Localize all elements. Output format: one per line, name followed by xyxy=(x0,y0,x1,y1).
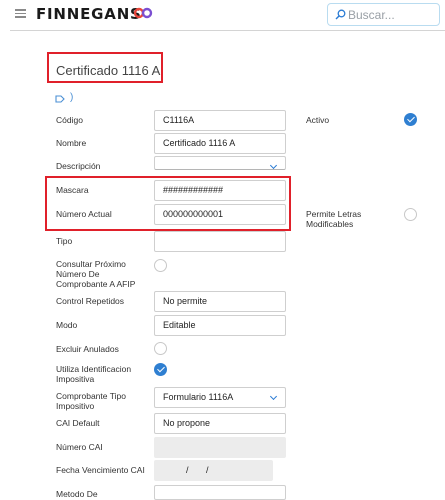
cai-default-field[interactable]: No propone xyxy=(154,413,286,434)
nombre-label: Nombre xyxy=(56,138,87,148)
utiliza-identificacion-checkbox[interactable] xyxy=(154,363,167,376)
codigo-label: Código xyxy=(56,115,83,125)
comprobante-tipo-dropdown[interactable]: Formulario 1116A xyxy=(154,387,286,408)
title-highlight-box xyxy=(47,52,163,83)
consultar-label-line3: Comprobante A AFIP xyxy=(56,279,136,289)
numero-cai-field xyxy=(154,437,286,458)
search-input[interactable] xyxy=(348,6,436,23)
numero-cai-label: Número CAI xyxy=(56,442,103,452)
excluir-anulados-checkbox[interactable] xyxy=(154,342,167,355)
search-box[interactable] xyxy=(327,3,440,26)
header-divider xyxy=(10,30,445,31)
utiliza-identificacion-label: Utiliza Identificacion Impositiva xyxy=(56,364,131,384)
numero-actual-field[interactable]: 000000000001 xyxy=(154,204,286,225)
cai-default-label: CAI Default xyxy=(56,418,100,428)
hamburger-menu-icon[interactable] xyxy=(15,7,26,21)
tag-icon[interactable] xyxy=(55,95,65,103)
tipo-field[interactable] xyxy=(154,231,286,252)
permite-letras-label-line1: Permite Letras xyxy=(306,209,362,219)
modo-label: Modo xyxy=(56,320,78,330)
consultar-label: Consultar Próximo Número De Comprobante … xyxy=(56,259,135,289)
permite-letras-label-line2: Modificables xyxy=(306,219,354,229)
consultar-label-line1: Consultar Próximo xyxy=(56,259,126,269)
comprobante-tipo-label-line1: Comprobante Tipo xyxy=(56,391,126,401)
descripcion-label: Descripción xyxy=(56,161,101,171)
numero-actual-label: Número Actual xyxy=(56,209,112,219)
search-icon xyxy=(335,9,346,20)
descripcion-dropdown[interactable] xyxy=(154,156,286,170)
activo-label: Activo xyxy=(306,115,330,125)
tipo-label: Tipo xyxy=(56,236,73,246)
mascara-field[interactable]: ############ xyxy=(154,180,286,201)
fecha-vencimiento-cai-label: Fecha Vencimiento CAI xyxy=(56,465,145,475)
next-record-icon[interactable]: ) xyxy=(70,92,73,103)
metodo-de-field[interactable] xyxy=(154,485,286,500)
codigo-field[interactable]: C1116A xyxy=(154,110,286,131)
permite-letras-label: Permite Letras Modificables xyxy=(306,209,361,229)
control-repetidos-label: Control Repetidos xyxy=(56,296,125,306)
nombre-field[interactable]: Certificado 1116 A xyxy=(154,133,286,154)
mascara-label: Mascara xyxy=(56,185,89,195)
fecha-vencimiento-cai-field: / / xyxy=(154,460,273,481)
utiliza-identificacion-label-line2: Impositiva xyxy=(56,374,95,384)
brand-infinity-icon xyxy=(133,7,153,19)
comprobante-tipo-label-line2: Impositivo xyxy=(56,401,95,411)
excluir-anulados-label: Excluir Anulados xyxy=(56,344,119,354)
consultar-checkbox[interactable] xyxy=(154,259,167,272)
modo-field[interactable]: Editable xyxy=(154,315,286,336)
activo-checkbox[interactable] xyxy=(404,113,417,126)
brand-logo-text[interactable]: FINNEGANS xyxy=(36,5,142,23)
control-repetidos-field[interactable]: No permite xyxy=(154,291,286,312)
consultar-label-line2: Número De xyxy=(56,269,100,279)
utiliza-identificacion-label-line1: Utiliza Identificacion xyxy=(56,364,132,374)
comprobante-tipo-label: Comprobante Tipo Impositivo xyxy=(56,391,126,411)
permite-letras-checkbox[interactable] xyxy=(404,208,417,221)
metodo-de-label: Metodo De xyxy=(56,489,98,499)
top-bar: FINNEGANS xyxy=(0,0,445,30)
